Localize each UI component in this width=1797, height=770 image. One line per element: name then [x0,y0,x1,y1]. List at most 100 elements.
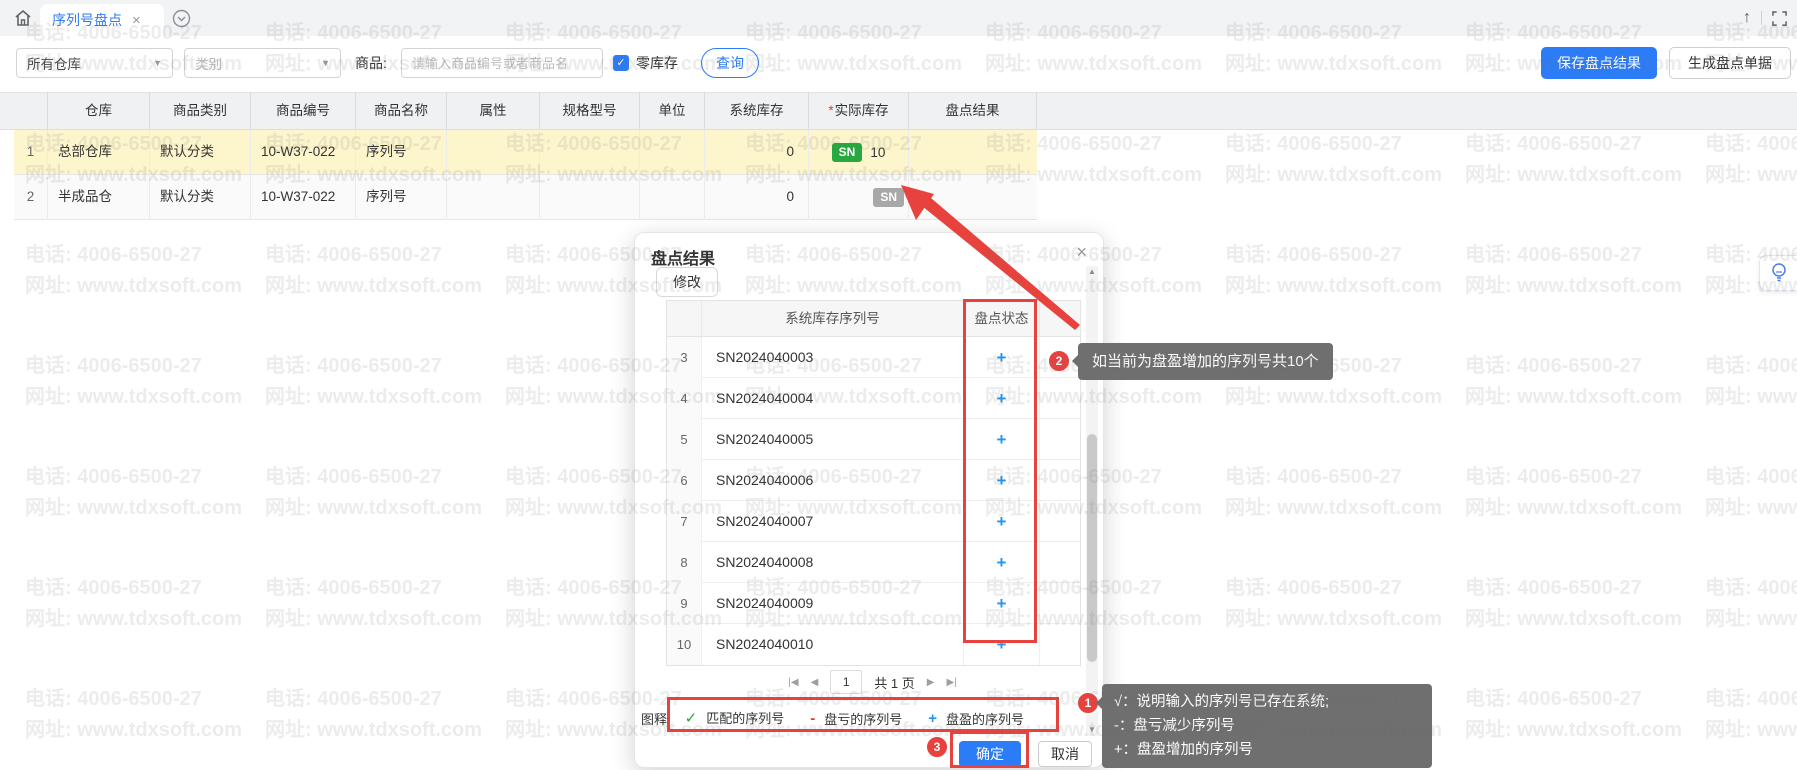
status-mark: + [964,460,1040,501]
watermark-line: 网址: www.tdxsoft.com [265,493,482,524]
generate-inventory-doc-button[interactable]: 生成盘点单据 [1669,47,1791,79]
cell-name: 序列号 [356,130,447,175]
serial-row[interactable]: 5SN2024040005+ [667,419,1080,460]
serial-number: SN2024040010 [702,624,964,665]
serial-row[interactable]: 6SN2024040006+ [667,460,1080,501]
watermark-line: 电话: 4006-6500-27 [1465,351,1682,382]
help-tip-fab[interactable] [1759,255,1797,291]
pagination-next-icon[interactable]: ▶ [927,677,935,688]
status-mark: + [964,419,1040,460]
confirm-button[interactable]: 确定 [959,741,1021,767]
watermark-line: 网址: www.tdxsoft.com [265,604,482,635]
page-number-input[interactable] [830,670,862,694]
status-mark: + [964,501,1040,542]
tooltip-line: -：盘亏减少序列号 [1114,714,1420,738]
status-mark: + [964,583,1040,624]
watermark: 电话: 4006-6500-27网址: www.tdxsoft.com [1225,684,1442,746]
watermark: 电话: 4006-6500-27网址: www.tdxsoft.com [25,351,242,413]
tab-label: 序列号盘点 [52,10,122,30]
recent-tabs-icon[interactable] [172,9,191,28]
watermark: 电话: 4006-6500-27网址: www.tdxsoft.com [1465,129,1682,191]
serial-table: 系统库存序列号 盘点状态 3SN2024040003+4SN2024040004… [666,300,1081,666]
column-header-label: 实际库存 [835,103,889,118]
topbar-right-icons: ↑ [1743,0,1787,36]
watermark-line: 电话: 4006-6500-27 [265,240,482,271]
fullscreen-icon[interactable] [1772,11,1787,26]
cell-attr [447,175,540,220]
modify-button[interactable]: 修改 [656,267,718,297]
serial-row[interactable]: 7SN2024040007+ [667,501,1080,542]
save-inventory-result-button[interactable]: 保存盘点结果 [1541,47,1657,79]
watermark-line: 网址: www.tdxsoft.com [1465,493,1682,524]
watermark-line: 电话: 4006-6500-27 [25,684,242,715]
dialog-scrollbar[interactable]: ▲ ▼ [1086,266,1098,736]
serial-row[interactable]: 10SN2024040010+ [667,624,1080,665]
tab-close-icon[interactable]: × [132,12,141,29]
spare-header [1040,301,1080,337]
pagination-first-icon[interactable]: |◀ [788,677,798,688]
legend-item: ✓匹配的序列号 [685,708,785,727]
serial-table-body: 3SN2024040003+4SN2024040004+5SN202404000… [667,337,1080,665]
watermark-line: 电话: 4006-6500-27 [25,351,242,382]
scrollbar-down-icon[interactable]: ▼ [1086,724,1098,736]
pagination-prev-icon[interactable]: ◀ [811,677,819,688]
pagination-last-icon[interactable]: ▶| [946,677,956,688]
watermark-line: 电话: 4006-6500-27 [1225,240,1442,271]
category-select[interactable]: 类别 ▼ [184,48,341,78]
column-header: 商品名称 [356,92,447,130]
warehouse-select[interactable]: 所有仓库 ▼ [16,48,173,78]
column-header: 属性 [447,92,540,130]
legend-symbol: ✓ [685,709,698,727]
tooltip-text: 如当前为盘盈增加的序列号共10个 [1092,353,1319,370]
column-header-label: 属性 [480,103,507,118]
column-header-label: 盘点结果 [946,103,1000,118]
watermark: 电话: 4006-6500-27网址: www.tdxsoft.com [1225,351,1442,413]
table-header-row: 仓库商品类别商品编号商品名称属性规格型号单位系统库存*实际库存盘点结果 [14,92,1037,130]
scrollbar-up-icon[interactable]: ▲ [1086,266,1098,278]
serial-row[interactable]: 9SN2024040009+ [667,583,1080,624]
tab-serial-inventory[interactable]: 序列号盘点 × [40,4,164,36]
watermark: 电话: 4006-6500-27网址: www.tdxsoft.com [1465,240,1682,302]
watermark-line: 电话: 4006-6500-27 [1465,129,1682,160]
watermark-line: 电话: 4006-6500-27 [1465,462,1682,493]
sn-badge[interactable]: SN [832,143,863,162]
legend-text: 盘亏的序列号 [824,709,902,728]
page-total-label: 共 1 页 [874,673,914,692]
watermark-line: 网址: www.tdxsoft.com [1705,493,1797,524]
watermark-line: 网址: www.tdxsoft.com [1465,271,1682,302]
category-select-placeholder: 类别 [195,53,222,73]
dialog-close-icon[interactable]: × [1076,242,1087,263]
column-header: *实际库存 [809,92,909,130]
legend-items: ✓匹配的序列号-盘亏的序列号+盘盈的序列号 [685,708,1050,728]
cancel-button[interactable]: 取消 [1038,741,1092,767]
watermark: 电话: 4006-6500-27网址: www.tdxsoft.com [1225,573,1442,635]
filter-bar: 所有仓库 ▼ 类别 ▼ 商品: ✓ 零库存 查询 保存盘点结果 生成盘点单据 [0,36,1797,90]
watermark-line: 电话: 4006-6500-27 [25,462,242,493]
table-row[interactable]: 2半成品仓默认分类10-W37-022序列号0SN [14,175,1037,220]
watermark-line: 网址: www.tdxsoft.com [1225,715,1442,746]
table-row[interactable]: 1总部仓库默认分类10-W37-022序列号0SN10 [14,130,1037,175]
column-header: 单位 [640,92,705,130]
zero-stock-checkbox[interactable]: ✓ [613,55,629,71]
cell-attr [447,130,540,175]
serial-row[interactable]: 8SN2024040008+ [667,542,1080,583]
cell-system_stock: 0 [705,175,809,220]
serial-row[interactable]: 3SN2024040003+ [667,337,1080,378]
watermark: 电话: 4006-6500-27网址: www.tdxsoft.com [265,462,482,524]
product-search-input[interactable] [401,48,603,78]
watermark: 电话: 4006-6500-27网址: www.tdxsoft.com [1465,684,1682,746]
watermark: 电话: 4006-6500-27网址: www.tdxsoft.com [1225,129,1442,191]
sn-badge[interactable]: SN [873,188,904,207]
search-button[interactable]: 查询 [701,48,759,78]
serial-row[interactable]: 4SN2024040004+ [667,378,1080,419]
cell-actual-stock: SN10 [809,130,909,175]
watermark-line: 网址: www.tdxsoft.com [265,382,482,413]
scroll-top-icon[interactable]: ↑ [1743,9,1751,27]
home-icon[interactable] [12,7,34,29]
watermark-line: 电话: 4006-6500-27 [25,240,242,271]
legend-text: 盘盈的序列号 [946,709,1024,728]
watermark-line: 电话: 4006-6500-27 [25,573,242,604]
watermark-line: 电话: 4006-6500-27 [1465,240,1682,271]
watermark-line: 电话: 4006-6500-27 [1465,684,1682,715]
scrollbar-thumb[interactable] [1087,434,1097,662]
